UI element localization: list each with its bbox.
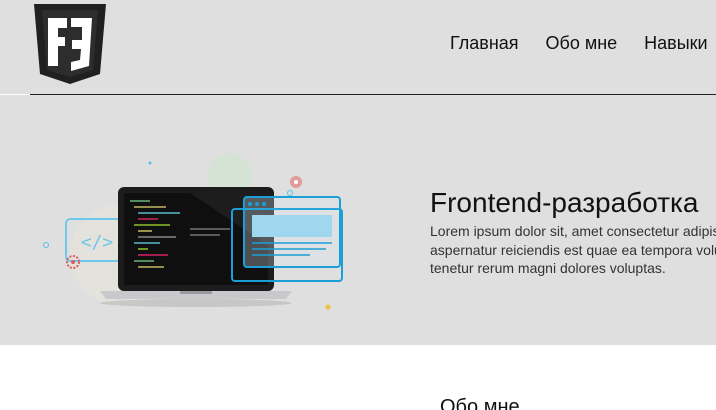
laptop-code-illustration: </> xyxy=(43,153,343,310)
site-header: Главная Обо мне Навыки xyxy=(0,0,716,94)
main-nav: Главная Обо мне Навыки xyxy=(450,33,708,54)
hero-description: Lorem ipsum dolor sit, amet consectetur … xyxy=(430,223,716,276)
page: Главная Обо мне Навыки </> Frontend-разр… xyxy=(0,0,716,410)
hero-section: </> Frontend-разработка Lorem ipsum dolo… xyxy=(0,95,716,345)
svg-text:</>: </> xyxy=(81,232,114,253)
f3-shield-logo-icon[interactable] xyxy=(34,4,106,84)
about-section-title: Обо мне xyxy=(440,396,520,410)
nav-link-about[interactable]: Обо мне xyxy=(546,33,618,54)
nav-link-skills[interactable]: Навыки xyxy=(644,33,707,54)
nav-link-home[interactable]: Главная xyxy=(450,33,519,54)
hero-title: Frontend-разработка xyxy=(430,187,699,218)
